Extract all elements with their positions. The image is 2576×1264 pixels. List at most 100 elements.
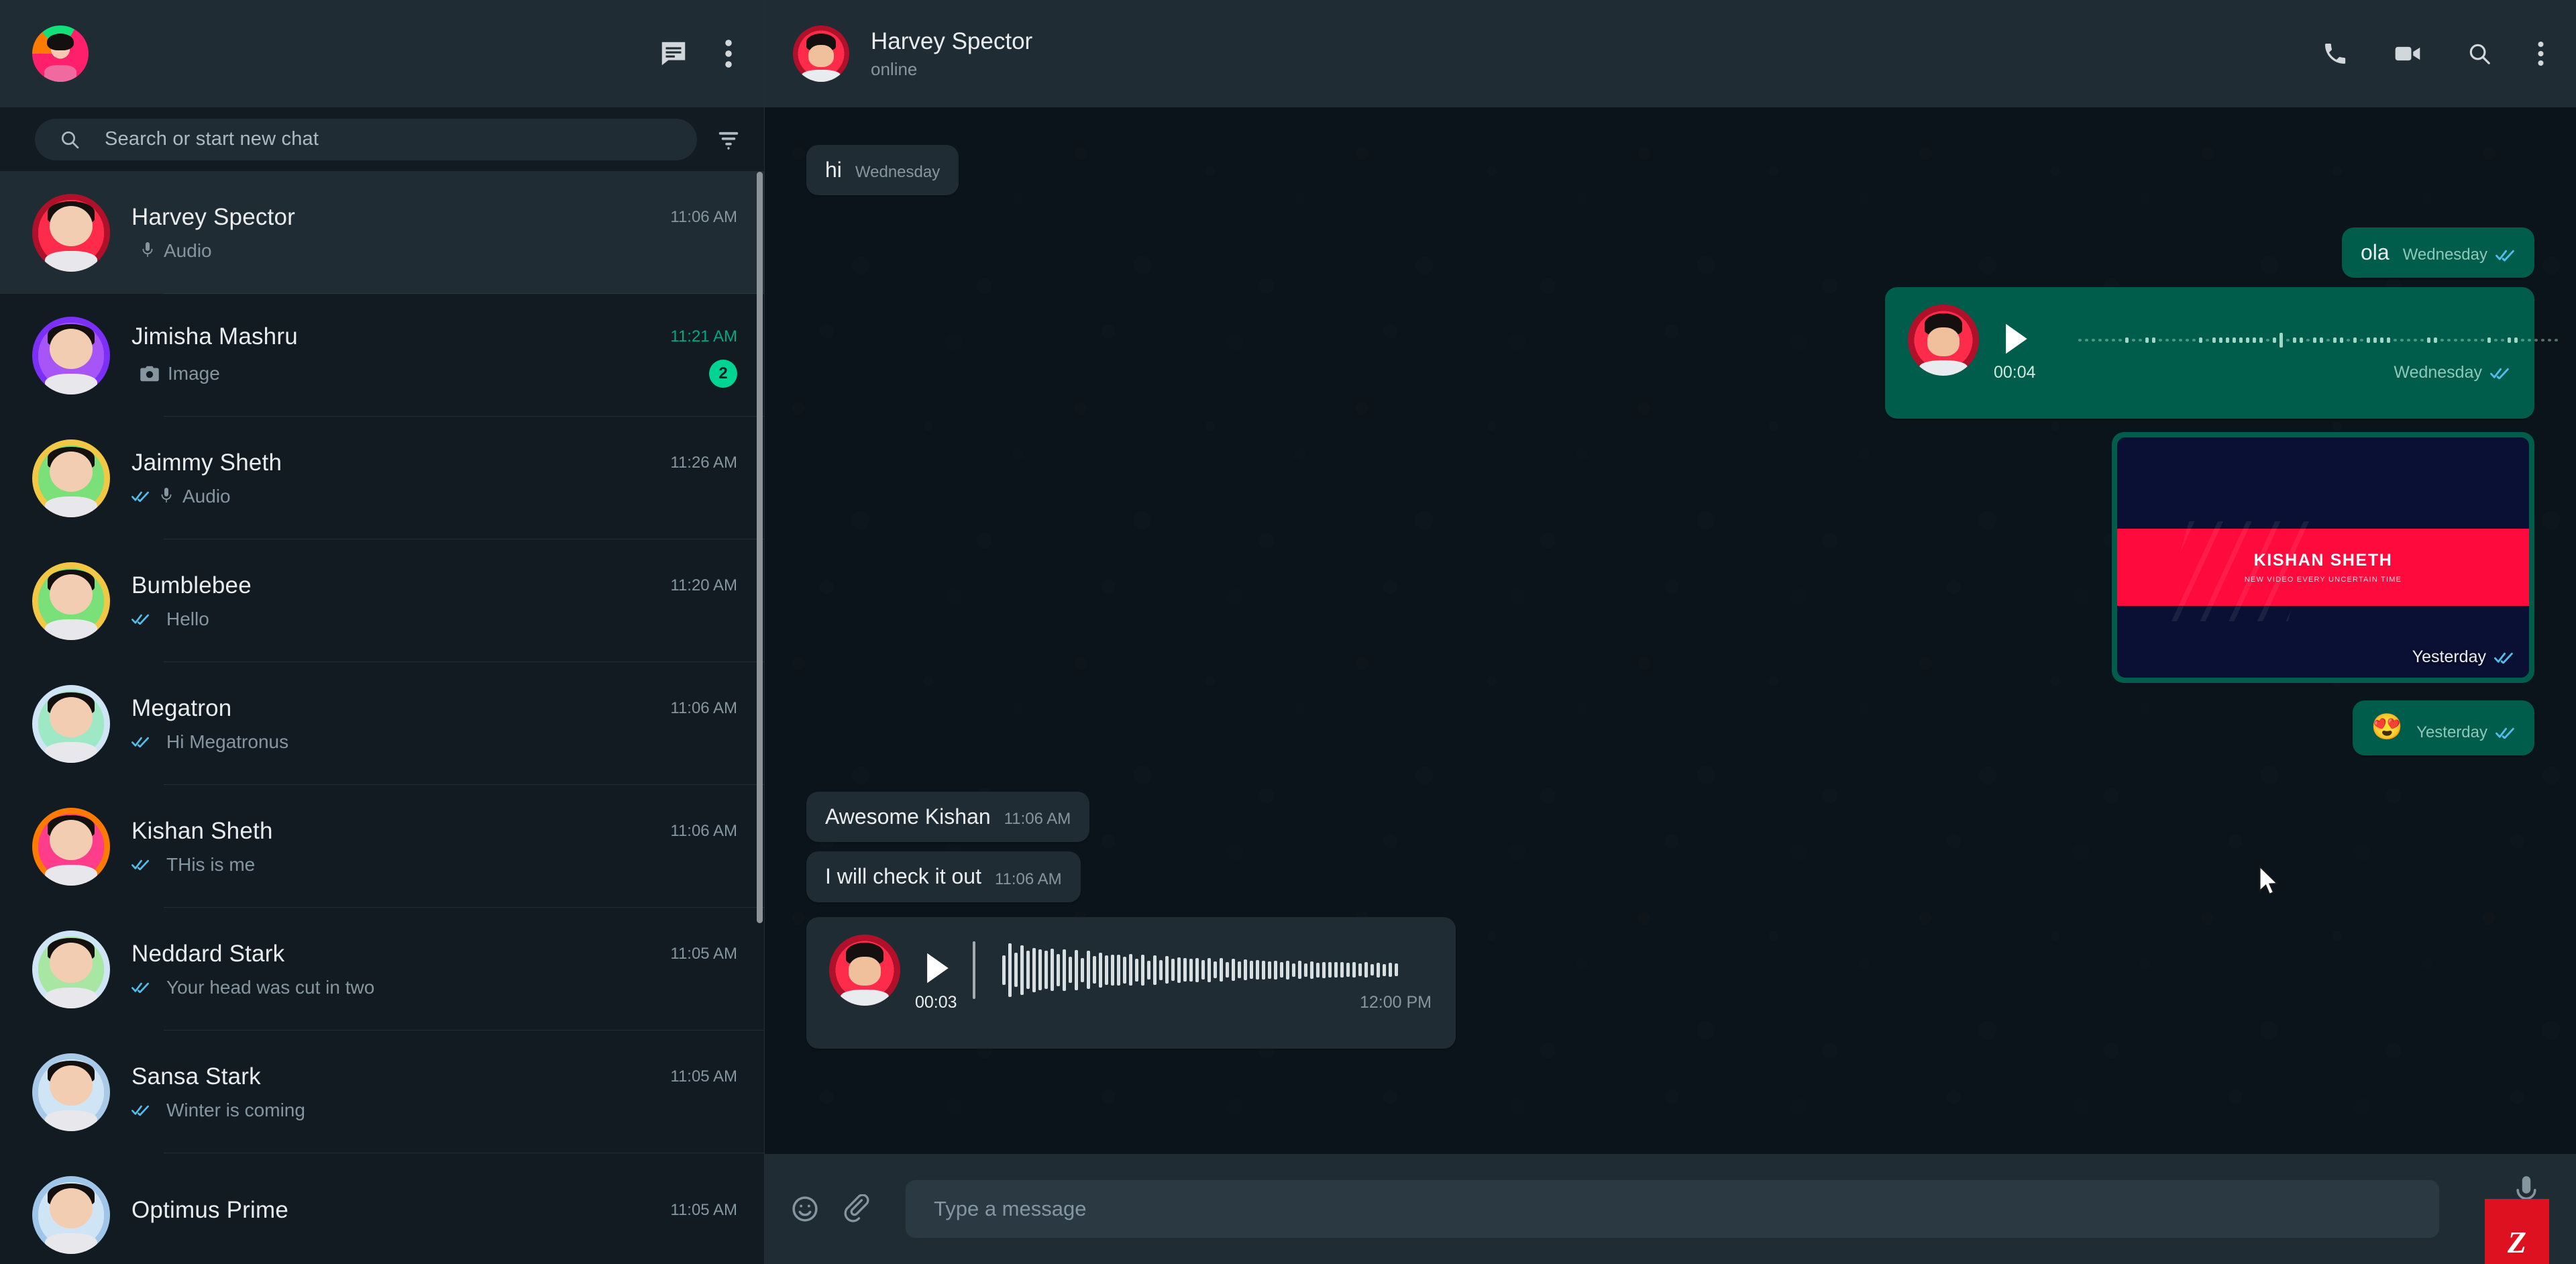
voice-message-bubble[interactable]: 00:04 Wednesday xyxy=(1885,287,2558,419)
chat-item-meta: Sansa Stark 11:05 AM Winter is coming xyxy=(131,1063,744,1121)
message-row: 😍 Yesterday xyxy=(806,700,2534,756)
sidebar-scrollbar[interactable] xyxy=(757,172,763,923)
chat-item-meta: Harvey Spector 11:06 AM Audio xyxy=(131,204,744,262)
chat-item-ticks xyxy=(131,613,150,625)
voice-meta: 12:00 PM xyxy=(1360,993,1432,1012)
chat-list-item[interactable]: Bumblebee 11:20 AM Hello xyxy=(0,539,764,662)
chat-item-time: 11:06 AM xyxy=(670,207,737,226)
avatar xyxy=(32,439,110,517)
contact-status: online xyxy=(871,58,918,79)
message-input[interactable]: Type a message xyxy=(906,1180,2439,1238)
avatar xyxy=(32,562,110,640)
chat-item-ticks xyxy=(131,736,150,748)
chat-item-snippet: Audio xyxy=(131,240,212,262)
voice-meta: Wednesday xyxy=(2394,363,2510,382)
text-message-bubble[interactable]: I will check it out 11:06 AM xyxy=(806,851,1081,902)
chat-item-snippet: Winter is coming xyxy=(131,1100,305,1121)
chat-item-time: 11:05 AM xyxy=(670,1067,737,1086)
voice-duration: 00:03 xyxy=(915,992,957,1012)
search-placeholder: Search or start new chat xyxy=(105,128,319,150)
text-message-bubble[interactable]: Awesome Kishan 11:06 AM xyxy=(806,792,1090,843)
message-area: hi Wednesday ola Wednesday 00:04 Wednesday KIS… xyxy=(765,107,2576,1154)
search-input[interactable]: Search or start new chat xyxy=(35,118,697,160)
message-meta: Wednesday xyxy=(855,163,940,182)
message-composer: Type a message Z xyxy=(765,1154,2576,1264)
voice-message-bubble[interactable]: 00:03 12:00 PM xyxy=(806,916,1456,1049)
chat-item-name: Optimus Prime xyxy=(131,1196,289,1223)
media-time: Yesterday xyxy=(2412,647,2486,667)
double-check-icon xyxy=(2496,250,2514,262)
message-text: I will check it out xyxy=(825,864,981,889)
message-time: Wednesday xyxy=(855,163,941,182)
chat-item-meta: Kishan Sheth 11:06 AM THis is me xyxy=(131,818,744,876)
avatar xyxy=(32,807,110,886)
call-icon[interactable] xyxy=(2322,40,2349,67)
chat-item-snippet-text: Winter is coming xyxy=(166,1099,305,1120)
attach-icon[interactable] xyxy=(843,1194,872,1224)
chat-list-item[interactable]: Optimus Prime 11:05 AM xyxy=(0,1153,764,1264)
message-time: Yesterday xyxy=(2416,723,2487,742)
voice-waveform[interactable] xyxy=(1002,939,1432,1001)
sidebar-topbar-icons xyxy=(658,38,733,70)
chat-item-name: Kishan Sheth xyxy=(131,817,273,844)
menu-icon[interactable] xyxy=(2536,40,2545,68)
emoji-icon[interactable] xyxy=(790,1194,820,1224)
thumbnail-banner: KISHAN SHETH NEW VIDEO EVERY UNCERTAIN TI… xyxy=(2117,529,2529,606)
chat-item-time: 11:20 AM xyxy=(670,576,737,594)
message-time: 11:06 AM xyxy=(1004,810,1071,829)
chat-item-ticks xyxy=(131,490,150,503)
message-row: Awesome Kishan 11:06 AM xyxy=(806,792,2534,843)
chat-item-time: 11:05 AM xyxy=(670,944,737,963)
message-input-placeholder: Type a message xyxy=(934,1197,1087,1220)
profile-avatar[interactable] xyxy=(32,25,89,82)
voice-footer: 00:04 Wednesday xyxy=(1994,363,2510,382)
chat-item-ticks xyxy=(131,982,150,994)
video-icon[interactable] xyxy=(2393,39,2422,68)
search-icon[interactable] xyxy=(2467,41,2492,66)
avatar xyxy=(32,316,110,394)
menu-icon[interactable] xyxy=(724,38,733,70)
message-row: KISHAN SHETH NEW VIDEO EVERY UNCERTAIN TI… xyxy=(806,432,2534,684)
chat-item-snippet: Image xyxy=(131,363,220,384)
chat-header: Harvey Spector online xyxy=(765,0,2576,107)
voice-waveform[interactable] xyxy=(2078,309,2561,371)
video-thumbnail[interactable]: KISHAN SHETH NEW VIDEO EVERY UNCERTAIN TI… xyxy=(2117,437,2529,678)
double-check-icon xyxy=(131,737,149,748)
message-row: hi Wednesday xyxy=(806,145,2534,196)
voice-progress-handle[interactable] xyxy=(973,941,975,999)
filter-icon[interactable] xyxy=(716,127,741,152)
chat-list[interactable]: Harvey Spector 11:06 AM Audio Jimisha Mashr… xyxy=(0,171,764,1264)
contact-title[interactable]: Harvey Spector online xyxy=(871,28,1032,80)
chat-list-item[interactable]: Jaimmy Sheth 11:26 AM Audio xyxy=(0,417,764,539)
play-icon[interactable] xyxy=(2000,321,2031,360)
double-check-icon xyxy=(131,491,149,503)
message-row: I will check it out 11:06 AM xyxy=(806,851,2534,902)
chat-list-item[interactable]: Sansa Stark 11:05 AM Winter is coming xyxy=(0,1031,764,1153)
emoji-message-bubble[interactable]: 😍 Yesterday xyxy=(2352,700,2534,756)
chat-item-meta: Bumblebee 11:20 AM Hello xyxy=(131,572,744,630)
text-message-bubble[interactable]: hi Wednesday xyxy=(806,145,959,196)
chat-list-item[interactable]: Kishan Sheth 11:06 AM THis is me xyxy=(0,785,764,908)
chat-item-name: Neddard Stark xyxy=(131,940,285,967)
chat-item-name: Sansa Stark xyxy=(131,1063,261,1090)
conversation-panel: Harvey Spector online hi Wednesday ola W… xyxy=(765,0,2576,1264)
message-meta: 11:06 AM xyxy=(1004,810,1071,829)
banner-subtitle: NEW VIDEO EVERY UNCERTAIN TIME xyxy=(2244,576,2402,584)
contact-avatar[interactable] xyxy=(793,25,849,82)
chat-list-item[interactable]: Jimisha Mashru 11:21 AM Image 2 xyxy=(0,294,764,417)
message-row: 00:04 Wednesday xyxy=(806,287,2558,419)
watermark-letter: Z xyxy=(2507,1225,2527,1259)
camera-icon xyxy=(140,366,159,381)
play-icon[interactable] xyxy=(922,951,953,989)
chat-list-item[interactable]: Neddard Stark 11:05 AM Your head was cut i… xyxy=(0,908,764,1031)
avatar xyxy=(32,1053,110,1131)
media-message-bubble[interactable]: KISHAN SHETH NEW VIDEO EVERY UNCERTAIN TI… xyxy=(2112,432,2534,684)
chat-list-item[interactable]: Harvey Spector 11:06 AM Audio xyxy=(0,171,764,294)
chat-item-snippet: Hi Megatronus xyxy=(131,731,288,753)
message-row: 00:03 12:00 PM xyxy=(806,916,2534,1049)
chat-item-snippet-text: Hi Megatronus xyxy=(166,731,289,752)
text-message-bubble[interactable]: ola Wednesday xyxy=(2341,227,2534,278)
double-check-icon xyxy=(2490,368,2509,380)
chat-list-item[interactable]: Megatron 11:06 AM Hi Megatronus xyxy=(0,662,764,785)
new-chat-icon[interactable] xyxy=(658,38,689,69)
